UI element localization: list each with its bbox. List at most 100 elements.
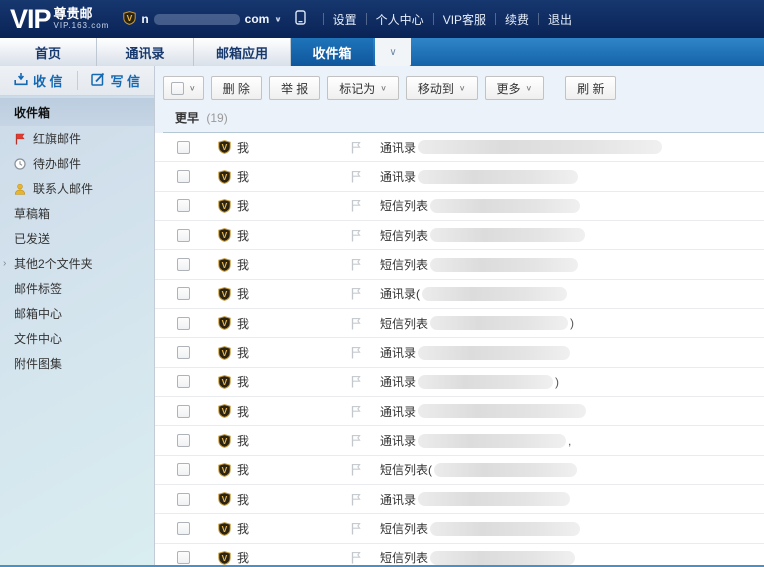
chevron-down-icon[interactable]: ∨ xyxy=(274,15,281,24)
flag-icon[interactable] xyxy=(350,229,362,242)
flag-icon[interactable] xyxy=(350,493,362,506)
mail-subject[interactable]: 短信列表) xyxy=(380,315,574,332)
sidebar-item-收件箱[interactable]: 收件箱 xyxy=(0,98,154,126)
subject-prefix: 短信列表 xyxy=(380,258,429,273)
row-checkbox[interactable] xyxy=(177,404,190,418)
header-link-2[interactable]: 个人中心 xyxy=(376,11,424,28)
flag-icon[interactable] xyxy=(350,551,362,564)
mail-row[interactable]: V 我 通讯录) xyxy=(155,367,764,398)
sidebar-item-其他2个文件夹[interactable]: › 其他2个文件夹 xyxy=(0,251,154,276)
mail-row[interactable]: V 我 短信列表( xyxy=(155,455,764,486)
mail-row[interactable]: V 我 短信列表 xyxy=(155,514,764,544)
flag-icon[interactable] xyxy=(350,522,362,535)
toolbar-button-举报[interactable]: 举 报 xyxy=(268,76,321,100)
header-link-5[interactable]: 退出 xyxy=(548,11,572,28)
sidebar-item-已发送[interactable]: 已发送 xyxy=(0,226,154,251)
mail-row[interactable]: V 我 通讯录, xyxy=(155,426,764,456)
header-link-3[interactable]: VIP客服 xyxy=(443,11,486,28)
mail-subject[interactable]: 短信列表( xyxy=(380,461,578,478)
tab-dropdown-button[interactable]: ∨ xyxy=(375,38,411,66)
mail-subject[interactable]: 通讯录) xyxy=(380,373,559,390)
flag-icon[interactable] xyxy=(350,375,362,388)
flag-icon[interactable] xyxy=(350,317,362,330)
toolbar-button-移动到[interactable]: 移动到 ∨ xyxy=(405,76,478,100)
flag-icon[interactable] xyxy=(350,463,362,476)
row-checkbox[interactable] xyxy=(177,287,190,301)
mail-row[interactable]: V 我 短信列表 xyxy=(155,250,764,280)
mail-subject[interactable]: 短信列表 xyxy=(380,549,576,565)
chevron-right-icon[interactable]: › xyxy=(3,258,6,269)
mail-subject[interactable]: 短信列表 xyxy=(380,227,586,244)
mail-subject[interactable]: 通讯录 xyxy=(380,344,571,361)
sidebar-item-文件中心[interactable]: 文件中心 xyxy=(0,326,154,351)
toolbar-button-更多[interactable]: 更多 ∨ xyxy=(484,76,545,100)
row-checkbox[interactable] xyxy=(177,140,190,154)
mail-row[interactable]: V 我 通讯录 xyxy=(155,162,764,192)
mail-row[interactable]: V 我 通讯录 xyxy=(155,338,764,368)
tab-通讯录[interactable]: 通讯录 xyxy=(97,38,194,66)
mail-row[interactable]: V 我 短信列表 xyxy=(155,221,764,251)
sidebar-item-草稿箱[interactable]: 草稿箱 xyxy=(0,201,154,226)
toolbar-button-删除[interactable]: 删 除 xyxy=(210,76,262,100)
flag-icon[interactable] xyxy=(350,141,362,154)
sidebar-item-联系人邮件[interactable]: 联系人邮件 xyxy=(0,176,154,201)
sidebar-item-邮箱中心[interactable]: 邮箱中心 xyxy=(0,301,154,326)
row-checkbox[interactable] xyxy=(177,551,190,565)
mail-subject[interactable]: 通讯录 xyxy=(380,139,663,156)
header-link-1[interactable]: 设置 xyxy=(333,11,357,28)
select-all-checkbox[interactable] xyxy=(171,81,184,95)
flag-icon[interactable] xyxy=(350,258,362,271)
mail-row[interactable]: V 我 通讯录( xyxy=(155,279,764,310)
flag-icon[interactable] xyxy=(350,287,362,300)
row-checkbox[interactable] xyxy=(177,522,190,536)
mail-row[interactable]: V 我 通讯录 xyxy=(155,397,764,427)
sidebar-item-邮件标签[interactable]: 邮件标签 xyxy=(0,276,154,301)
tab-收件箱[interactable]: 收件箱 xyxy=(291,38,373,66)
compose-row: 收 信 写 信 xyxy=(0,66,154,96)
mail-row[interactable]: V 我 通讯录 xyxy=(155,485,764,515)
row-checkbox[interactable] xyxy=(177,170,190,184)
row-checkbox[interactable] xyxy=(177,463,190,477)
row-checkbox[interactable] xyxy=(177,346,190,360)
toolbar-button-标记为[interactable]: 标记为 ∨ xyxy=(327,76,399,100)
flag-icon[interactable] xyxy=(350,170,362,183)
subject-prefix: 通讯录 xyxy=(380,346,417,361)
compose-mail-button[interactable]: 写 信 xyxy=(76,71,155,90)
row-checkbox[interactable] xyxy=(177,375,190,389)
mail-subject[interactable]: 短信列表 xyxy=(380,197,581,214)
receive-mail-button[interactable]: 收 信 xyxy=(0,71,77,90)
flag-icon[interactable] xyxy=(350,405,362,418)
tab-邮箱应用[interactable]: 邮箱应用 xyxy=(194,38,291,66)
svg-text:V: V xyxy=(222,406,228,416)
sidebar-item-红旗邮件[interactable]: 红旗邮件 xyxy=(0,126,154,151)
flag-icon[interactable] xyxy=(350,434,362,447)
mail-row[interactable]: V 我 通讯录 xyxy=(155,133,764,163)
mail-subject[interactable]: 通讯录 xyxy=(380,491,571,508)
tab-首页[interactable]: 首页 xyxy=(0,38,97,66)
sidebar-item-待办邮件[interactable]: 待办邮件 xyxy=(0,151,154,176)
mail-row[interactable]: V 我 短信列表 xyxy=(155,191,764,222)
mail-subject[interactable]: 通讯录 xyxy=(380,168,579,185)
account-menu[interactable]: V n com ∨ xyxy=(123,10,306,28)
select-all-dropdown[interactable]: ∨ xyxy=(163,76,204,100)
mail-subject[interactable]: 短信列表 xyxy=(380,520,581,537)
vip-mail-logo[interactable]: VIP 尊贵邮 VIP.163.com xyxy=(10,4,109,34)
mail-row[interactable]: V 我 短信列表 xyxy=(155,543,764,565)
row-checkbox[interactable] xyxy=(177,258,190,272)
mail-subject[interactable]: 通讯录, xyxy=(380,432,571,449)
header-link-4[interactable]: 续费 xyxy=(505,11,529,28)
mail-subject[interactable]: 通讯录 xyxy=(380,403,587,420)
row-checkbox[interactable] xyxy=(177,316,190,330)
toolbar-button-刷新[interactable]: 刷 新 xyxy=(565,76,617,100)
row-checkbox[interactable] xyxy=(177,492,190,506)
flag-icon[interactable] xyxy=(350,199,362,212)
mail-subject[interactable]: 通讯录( xyxy=(380,285,568,302)
sidebar-item-附件图集[interactable]: 附件图集 xyxy=(0,351,154,376)
row-checkbox[interactable] xyxy=(177,228,190,242)
row-checkbox[interactable] xyxy=(177,199,190,213)
mobile-phone-icon[interactable] xyxy=(294,10,306,28)
row-checkbox[interactable] xyxy=(177,434,190,448)
flag-icon[interactable] xyxy=(350,346,362,359)
mail-subject[interactable]: 短信列表 xyxy=(380,256,579,273)
mail-row[interactable]: V 我 短信列表) xyxy=(155,309,764,339)
